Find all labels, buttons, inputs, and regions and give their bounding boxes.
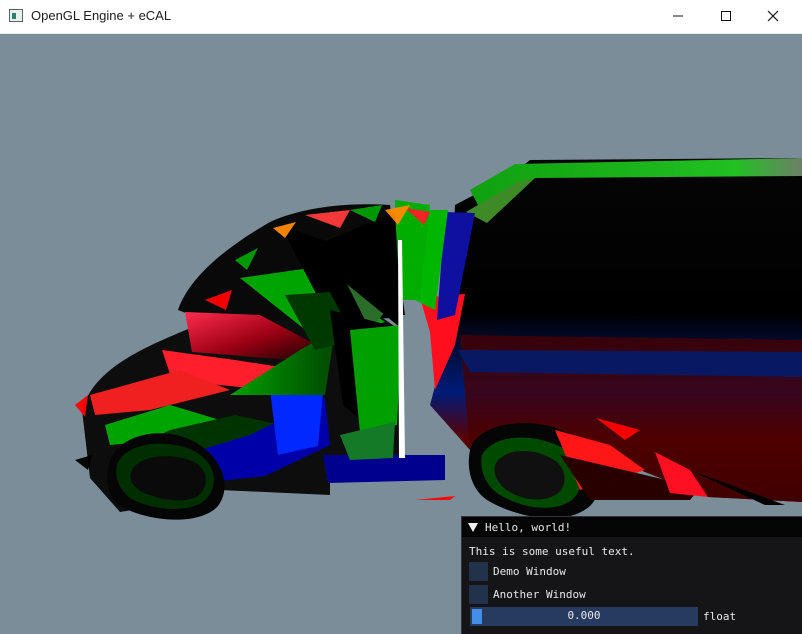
float-slider-row[interactable]: 0.000 float xyxy=(470,607,736,626)
demo-window-checkbox-row[interactable]: Demo Window xyxy=(469,562,566,581)
minimize-button[interactable] xyxy=(655,0,701,32)
imgui-window-title: Hello, world! xyxy=(485,520,572,534)
close-button[interactable] xyxy=(750,0,796,32)
another-window-checkbox-row[interactable]: Another Window xyxy=(469,585,586,604)
maximize-icon xyxy=(721,11,731,21)
another-window-label: Another Window xyxy=(493,588,586,601)
imgui-title-bar[interactable]: Hello, world! xyxy=(462,517,802,537)
opengl-window: OpenGL Engine + eCAL Hello, world! This … xyxy=(0,0,802,634)
demo-window-label: Demo Window xyxy=(493,565,566,578)
demo-window-checkbox[interactable] xyxy=(469,562,488,581)
slider-value: 0.000 xyxy=(567,609,601,622)
imgui-hello-window[interactable]: Hello, world! This is some useful text. … xyxy=(461,516,802,634)
app-icon xyxy=(9,9,23,22)
minimize-icon xyxy=(673,15,683,17)
collapse-triangle-icon[interactable] xyxy=(468,523,478,532)
useful-text: This is some useful text. xyxy=(469,545,635,558)
float-slider[interactable]: 0.000 xyxy=(470,607,698,626)
maximize-button[interactable] xyxy=(703,0,749,32)
another-window-checkbox[interactable] xyxy=(469,585,488,604)
title-bar[interactable]: OpenGL Engine + eCAL xyxy=(0,0,802,34)
float-label: float xyxy=(703,610,737,623)
window-title: OpenGL Engine + eCAL xyxy=(31,8,172,23)
close-icon xyxy=(767,10,779,22)
